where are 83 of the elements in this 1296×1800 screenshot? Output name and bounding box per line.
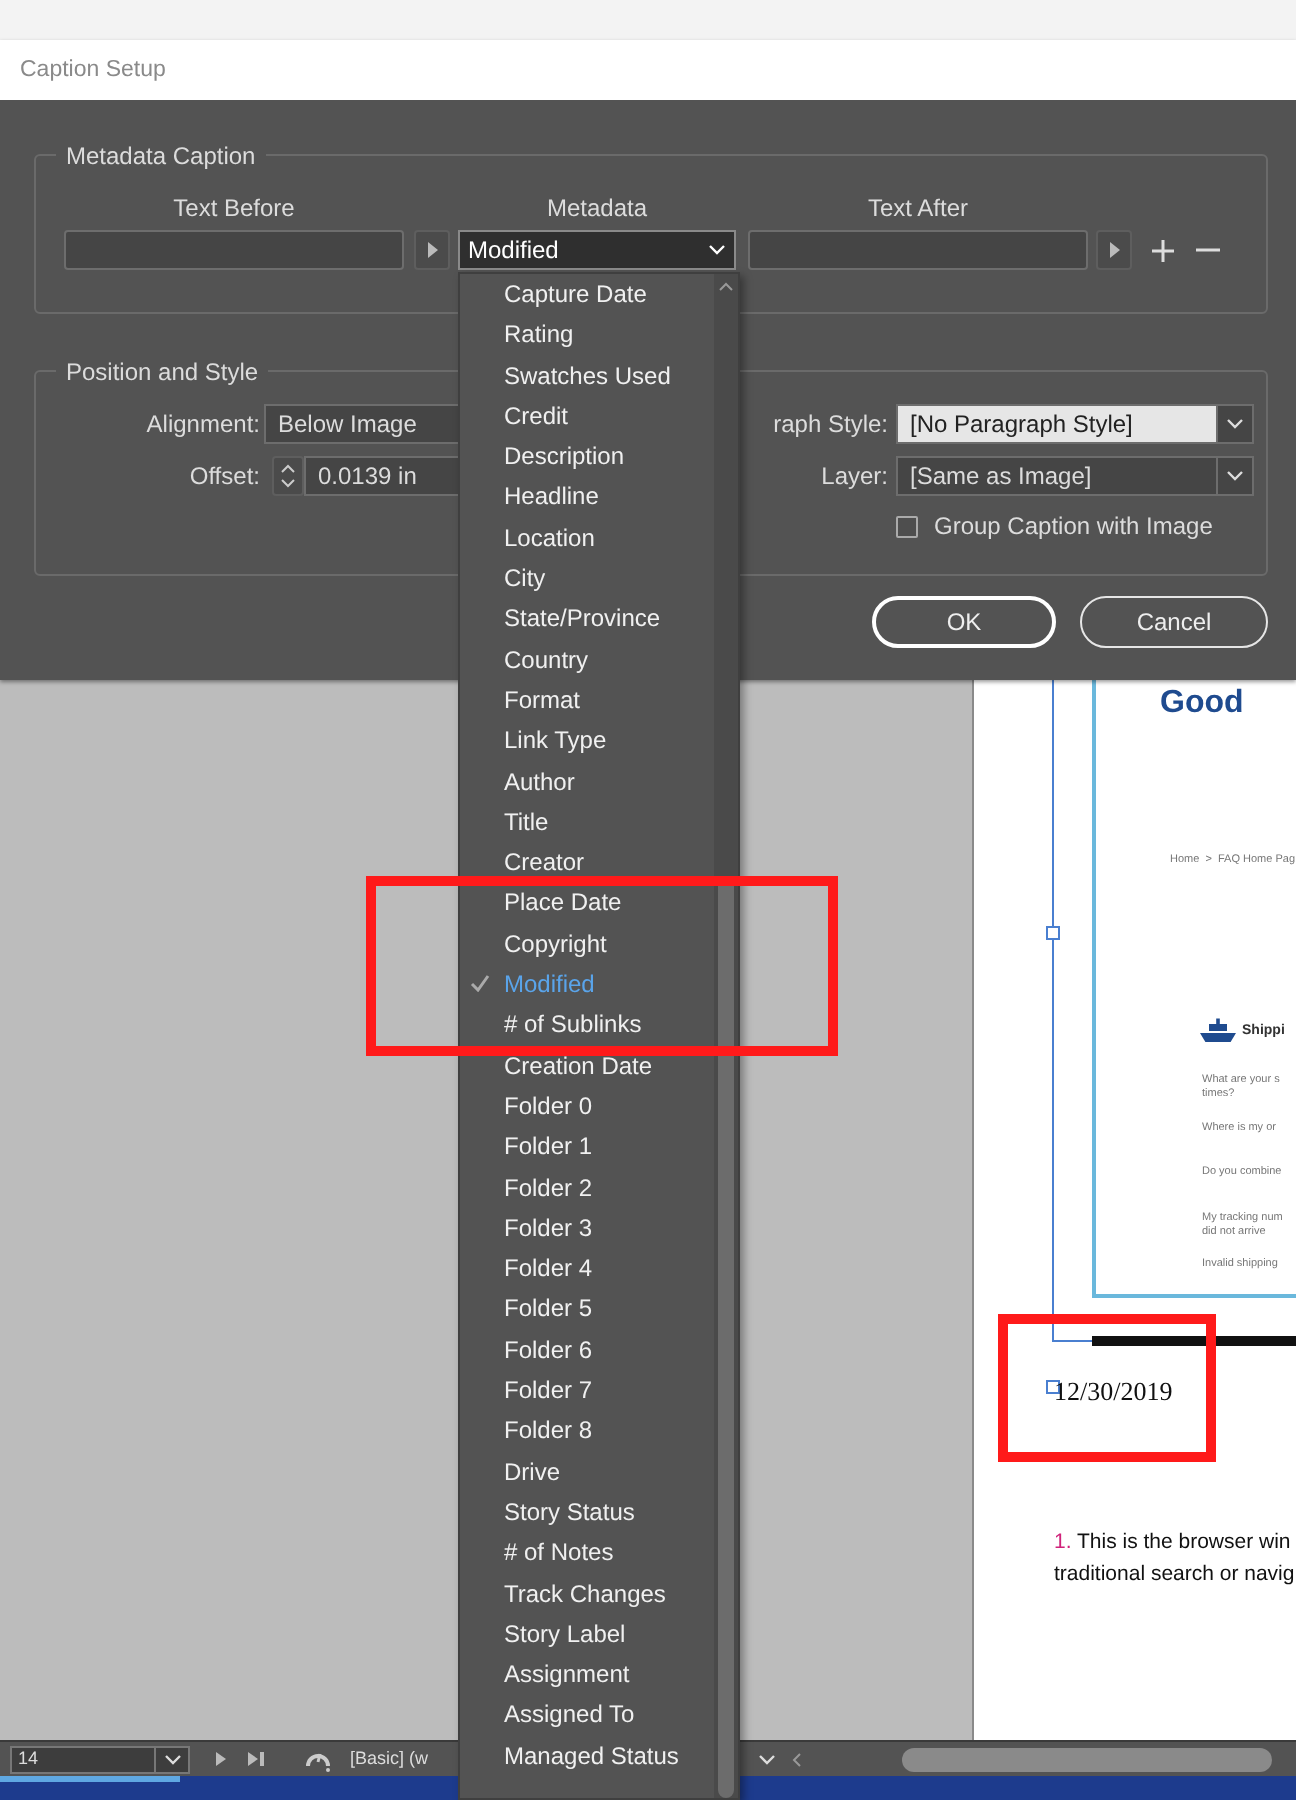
column-label: Metadata <box>544 192 650 224</box>
alignment-dropdown[interactable]: Below Image <box>264 404 458 444</box>
menu-item[interactable]: Swatches Used <box>460 355 714 396</box>
menu-item[interactable]: Location <box>460 517 714 559</box>
field-label: Offset: <box>187 460 260 494</box>
menu-item[interactable]: Story Status <box>460 1491 714 1533</box>
frame-handle[interactable] <box>1046 1380 1060 1394</box>
checkbox-label: Group Caption with Image <box>934 512 1213 540</box>
style-label: [Basic] (w <box>350 1745 429 1772</box>
menu-item[interactable]: Credit <box>460 395 714 437</box>
menu-item[interactable]: Description <box>460 436 714 477</box>
chevron-down-icon <box>1226 418 1244 430</box>
column-label: Text Before <box>171 192 297 224</box>
ok-button[interactable]: OK <box>872 596 1056 648</box>
menu-item[interactable]: Assigned To <box>460 1694 714 1736</box>
cancel-button[interactable]: Cancel <box>1080 596 1268 648</box>
section-title: Metadata Caption <box>56 140 266 172</box>
menu-item[interactable]: Track Changes <box>460 1573 714 1614</box>
minus-icon[interactable] <box>1196 248 1220 252</box>
menu-item[interactable]: # of Notes <box>460 1532 714 1573</box>
text-input[interactable] <box>748 230 1088 270</box>
menu-item[interactable]: Managed Status <box>460 1735 714 1776</box>
triangle-icon <box>1109 242 1119 258</box>
chevron-down-icon <box>1226 470 1244 482</box>
menu-item[interactable]: Country <box>460 639 714 680</box>
menu-item[interactable]: Folder 7 <box>460 1370 714 1411</box>
menu-item[interactable]: Folder 8 <box>460 1410 714 1452</box>
menu-item[interactable]: Author <box>460 761 714 802</box>
menu-item[interactable]: Folder 0 <box>460 1085 714 1127</box>
horizontal-scrollbar[interactable] <box>902 1747 1273 1771</box>
menu-item[interactable]: Drive <box>460 1451 714 1492</box>
menu-item[interactable]: Link Type <box>460 720 714 762</box>
menu-item[interactable]: City <box>460 558 714 599</box>
menu-item[interactable]: Place Date <box>460 882 714 924</box>
menu-item[interactable]: Creator <box>460 842 714 883</box>
menu-item[interactable]: Folder 3 <box>460 1207 714 1249</box>
menu-item[interactable]: Folder 4 <box>460 1248 714 1289</box>
scrollbar[interactable] <box>714 274 738 1798</box>
text-input[interactable] <box>64 230 404 270</box>
triangle-icon <box>427 242 437 258</box>
menu-item[interactable]: Rating <box>460 314 714 356</box>
scroll-up-icon[interactable] <box>718 282 734 292</box>
menu-item[interactable]: Title <box>460 801 714 843</box>
menu-item[interactable]: Folder 2 <box>460 1167 714 1208</box>
last-page-icon[interactable] <box>248 1752 264 1766</box>
metadata-dropdown[interactable]: Modified <box>458 230 736 270</box>
frame-handle[interactable] <box>1046 926 1060 940</box>
menu-item[interactable]: Capture Date <box>460 274 714 315</box>
menu-item[interactable]: Headline <box>460 476 714 518</box>
menu-item[interactable]: Creation Date <box>460 1045 714 1086</box>
insert-button[interactable] <box>1096 230 1132 270</box>
field-label: raph Style: <box>771 408 888 442</box>
menu-item[interactable]: Copyright <box>460 923 714 965</box>
dropdown-menu[interactable] <box>458 272 740 1800</box>
spinner-icon[interactable] <box>272 456 304 496</box>
check-icon <box>470 974 490 993</box>
menu-item[interactable]: State/Province <box>460 598 714 640</box>
menu-item[interactable]: Folder 1 <box>460 1126 714 1168</box>
menu-item[interactable]: Folder 6 <box>460 1329 714 1371</box>
section-title: Position and Style <box>56 356 269 388</box>
insert-button[interactable] <box>414 230 450 270</box>
menu-item[interactable]: Assignment <box>460 1654 714 1695</box>
site-logo: Good <box>1160 686 1244 722</box>
caption-text: 12/30/2019 <box>1054 1376 1173 1406</box>
menu-item[interactable]: # of Sublinks <box>460 1004 714 1046</box>
note-paragraph: 1. This is the browser win traditional search or navig <box>1054 1528 1295 1590</box>
menu-item[interactable]: Folder 5 <box>460 1288 714 1330</box>
menu-item[interactable]: Format <box>460 679 714 721</box>
next-page-icon[interactable] <box>216 1752 226 1766</box>
menu-item[interactable]: Story Label <box>460 1613 714 1655</box>
checkbox[interactable] <box>896 515 918 537</box>
chevron-down-icon <box>708 244 726 256</box>
layer-dropdown[interactable]: [Same as Image] <box>896 456 1254 496</box>
window-title: Caption Setup <box>0 40 1296 100</box>
field-label: Alignment: <box>144 408 260 442</box>
offset-input[interactable]: 0.0139 in <box>304 456 458 496</box>
scroll-left-icon[interactable] <box>792 1751 803 1767</box>
column-label: Text After <box>865 192 971 224</box>
ship-icon <box>1200 1018 1236 1046</box>
plus-icon[interactable] <box>1152 239 1174 261</box>
page-number-field[interactable]: 14 <box>10 1745 190 1773</box>
paragraph-style-dropdown[interactable]: [No Paragraph Style] <box>896 404 1254 444</box>
field-label: Layer: <box>819 460 888 494</box>
